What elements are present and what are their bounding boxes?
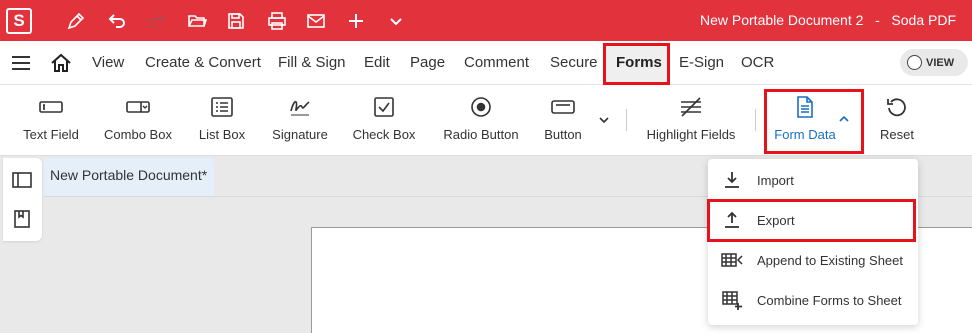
import-menu-item[interactable]: Import <box>708 160 918 200</box>
signature-label: Signature <box>272 127 328 142</box>
panel-toggle-icon[interactable] <box>12 170 32 190</box>
reset-button[interactable]: Reset <box>876 85 918 156</box>
ribbon-separator <box>626 109 627 131</box>
highlight-fields-label: Highlight Fields <box>646 127 736 142</box>
ribbon-separator <box>755 109 756 131</box>
combine-sheet-icon <box>721 289 743 311</box>
append-to-sheet-menu-item[interactable]: Append to Existing Sheet <box>708 240 918 280</box>
hamburger-menu-icon[interactable] <box>11 54 31 72</box>
radio-button-button[interactable]: Radio Button <box>442 85 520 156</box>
toggle-knob <box>907 55 922 70</box>
button-icon <box>549 95 577 119</box>
signature-icon <box>286 95 314 119</box>
export-highlight <box>707 199 916 242</box>
menu-forms[interactable]: Forms <box>616 54 662 71</box>
radio-button-icon <box>467 95 495 119</box>
combo-box-label: Combo Box <box>104 127 172 142</box>
edit-pen-icon[interactable] <box>62 7 90 35</box>
menu-create-convert[interactable]: Create & Convert <box>145 54 261 71</box>
list-box-button[interactable]: List Box <box>194 85 250 156</box>
form-data-highlight <box>764 89 864 154</box>
redo-icon[interactable] <box>142 7 170 35</box>
menu-view[interactable]: View <box>92 54 124 71</box>
left-side-panel <box>3 158 42 241</box>
title-bar: S New Portable Document 2 - Soda PDF <box>0 0 972 41</box>
open-folder-icon[interactable] <box>183 7 211 35</box>
undo-icon[interactable] <box>103 7 131 35</box>
import-label: Import <box>757 172 794 188</box>
append-to-sheet-label: Append to Existing Sheet <box>757 252 903 268</box>
document-tab[interactable]: New Portable Document* <box>44 158 214 196</box>
menu-secure[interactable]: Secure <box>550 54 598 71</box>
menu-e-sign[interactable]: E-Sign <box>679 54 724 71</box>
check-box-icon <box>370 95 398 119</box>
mail-icon[interactable] <box>302 7 330 35</box>
list-box-icon <box>208 95 236 119</box>
check-box-label: Check Box <box>352 127 416 142</box>
reset-icon <box>883 95 911 119</box>
plus-icon[interactable] <box>342 7 370 35</box>
chevron-down-icon[interactable] <box>382 7 410 35</box>
text-field-label: Text Field <box>23 127 79 142</box>
bookmark-icon[interactable] <box>12 209 32 229</box>
menu-edit[interactable]: Edit <box>364 54 390 71</box>
combine-forms-menu-item[interactable]: Combine Forms to Sheet <box>708 280 918 320</box>
text-field-icon <box>37 95 65 119</box>
view-mode-toggle[interactable]: VIEW <box>900 49 968 76</box>
menu-fill-sign[interactable]: Fill & Sign <box>278 54 346 71</box>
menu-ocr[interactable]: OCR <box>741 54 774 71</box>
reset-label: Reset <box>880 127 914 142</box>
menu-page[interactable]: Page <box>410 54 445 71</box>
highlight-fields-icon <box>677 95 705 119</box>
menu-bar: View Create & Convert Fill & Sign Edit P… <box>0 41 972 85</box>
menu-comment[interactable]: Comment <box>464 54 529 71</box>
form-data-dropdown: Import Export Append to Existing Sheet C… <box>708 159 918 325</box>
button-tool-button[interactable]: Button <box>540 85 586 156</box>
save-icon[interactable] <box>222 7 250 35</box>
combo-box-button[interactable]: Combo Box <box>102 85 174 156</box>
list-box-label: List Box <box>198 127 246 142</box>
signature-button[interactable]: Signature <box>268 85 332 156</box>
home-icon[interactable] <box>50 52 72 74</box>
button-tool-label: Button <box>544 127 582 142</box>
check-box-button[interactable]: Check Box <box>352 85 416 156</box>
combo-box-icon <box>124 95 152 119</box>
app-logo[interactable]: S <box>6 8 32 34</box>
button-dropdown-chevron-icon[interactable] <box>597 113 611 132</box>
combine-forms-label: Combine Forms to Sheet <box>757 292 902 308</box>
window-title: New Portable Document 2 - Soda PDF <box>700 12 956 28</box>
append-sheet-icon <box>721 249 743 271</box>
print-icon[interactable] <box>263 7 291 35</box>
highlight-fields-button[interactable]: Highlight Fields <box>646 85 736 156</box>
radio-button-label: Radio Button <box>443 127 519 142</box>
view-toggle-label: VIEW <box>926 56 955 69</box>
import-icon <box>721 169 743 191</box>
text-field-button[interactable]: Text Field <box>18 85 84 156</box>
